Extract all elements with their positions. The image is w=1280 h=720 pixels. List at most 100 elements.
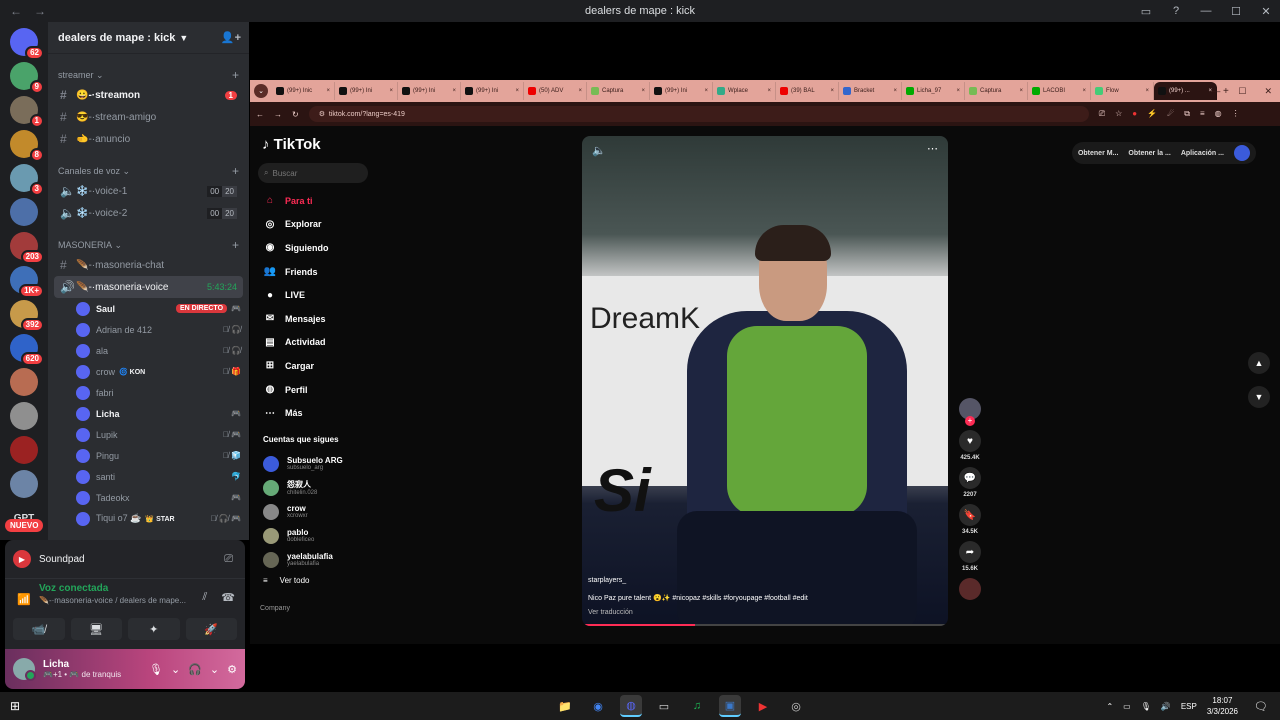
- url-field[interactable]: ⚙ tiktok.com/?lang=es-419: [308, 106, 1089, 122]
- followed-account[interactable]: pablo dobleficeo: [258, 524, 378, 548]
- chevron-down-icon[interactable]: ⌄: [210, 663, 219, 676]
- channel-streamon[interactable]: # 😀-·streamon 1: [54, 84, 243, 106]
- close-tab-icon[interactable]: ×: [452, 88, 456, 94]
- close-tab-icon[interactable]: ×: [1019, 88, 1023, 94]
- site-info-icon[interactable]: ⚙: [319, 110, 329, 118]
- minimize-button[interactable]: —: [1192, 5, 1220, 17]
- extension-icon[interactable]: ⚡: [1147, 109, 1157, 119]
- browser-tab[interactable]: Wplace ×: [713, 82, 776, 100]
- clock[interactable]: 18:07 3/3/2026: [1207, 695, 1238, 717]
- voice-user[interactable]: Tadeokx 🎮: [76, 487, 249, 508]
- video-player[interactable]: DreamK Si 🔈 ⋯ starplayers_ Nico Paz pure…: [582, 136, 948, 626]
- help-icon[interactable]: ?: [1162, 5, 1190, 17]
- browser-tab[interactable]: (99+) Ini ×: [398, 82, 461, 100]
- puzzle-icon[interactable]: ⧉: [1184, 109, 1190, 119]
- voice-user[interactable]: santi 🐬: [76, 466, 249, 487]
- close-tab-icon[interactable]: ×: [1145, 88, 1149, 94]
- maximize-button[interactable]: ☐: [1222, 5, 1250, 18]
- browser-tab[interactable]: LACOBI ×: [1028, 82, 1091, 100]
- browser-tab[interactable]: (99+) ... ×: [1154, 82, 1217, 100]
- nav-item[interactable]: 👥 Friends: [258, 260, 378, 284]
- notification-icon[interactable]: 🗨: [1254, 700, 1268, 713]
- server-icon[interactable]: 392: [10, 300, 44, 332]
- followed-account[interactable]: 怨寂人 chitelin.028: [258, 476, 378, 500]
- tab-search-icon[interactable]: ⌄: [254, 84, 268, 98]
- nav-item[interactable]: ● LIVE: [258, 283, 378, 307]
- channel-masoneria-voice[interactable]: 🔊 🪶-·masoneria-voice 5:43:24: [54, 276, 243, 298]
- close-tab-icon[interactable]: ×: [767, 88, 771, 94]
- nav-item[interactable]: ◉ Siguiendo: [258, 236, 378, 260]
- nav-item[interactable]: ⌂ Para ti: [258, 189, 378, 213]
- video-progress-bar[interactable]: [582, 624, 948, 626]
- language-indicator[interactable]: ESP: [1181, 702, 1197, 711]
- browser-tab[interactable]: (99+) Inic ×: [272, 82, 335, 100]
- disconnect-icon[interactable]: ☎: [221, 591, 235, 604]
- cast-icon[interactable]: ⎚: [1099, 109, 1105, 119]
- camera-off-button[interactable]: 📹̸: [13, 618, 65, 640]
- sound-disc[interactable]: [959, 578, 981, 600]
- close-tab-icon[interactable]: ×: [893, 88, 897, 94]
- bookmark-icon[interactable]: 🔖: [959, 504, 981, 526]
- category-voice[interactable]: Canales de voz ⌄ +: [48, 162, 249, 180]
- voice-user[interactable]: Adrian de 412 🎙̸ 🎧̸: [76, 319, 249, 340]
- close-tab-icon[interactable]: ×: [641, 88, 645, 94]
- followed-account[interactable]: yaelabulafia yaelabulafia: [258, 548, 378, 572]
- browser-tab[interactable]: (99+) Ini ×: [461, 82, 524, 100]
- share-screen-button[interactable]: 🖥: [70, 618, 122, 640]
- close-button[interactable]: ✕: [1252, 5, 1280, 18]
- reload-icon[interactable]: ↻: [292, 110, 299, 119]
- screen-icon[interactable]: ⎚: [224, 553, 233, 566]
- tiktok-logo[interactable]: ♪ TikTok: [262, 136, 378, 153]
- windows-start-icon[interactable]: ⊞: [10, 699, 20, 713]
- server-icon[interactable]: 1K+: [10, 266, 44, 298]
- file-explorer-icon[interactable]: 📁: [554, 695, 576, 717]
- guild-header[interactable]: dealers de mape : kick ▼ 👤+: [48, 22, 249, 54]
- soundpad-activity[interactable]: ▶ Soundpad ⎚: [5, 540, 245, 578]
- channel-voice-1[interactable]: 🔈 ❄️-·voice-1 00 20: [54, 180, 243, 202]
- comment-icon[interactable]: 💬: [959, 467, 981, 489]
- browser-tab[interactable]: (99+) Ini ×: [335, 82, 398, 100]
- nav-item[interactable]: ◍ Perfil: [258, 378, 378, 402]
- avatar[interactable]: [1234, 145, 1250, 161]
- back-arrow-icon[interactable]: ←: [256, 110, 264, 119]
- close-tab-icon[interactable]: ×: [389, 88, 393, 94]
- share-icon[interactable]: ➦: [959, 541, 981, 563]
- close-tab-icon[interactable]: ×: [956, 88, 960, 94]
- spotify-icon[interactable]: ♫: [686, 695, 708, 717]
- microphone-icon[interactable]: 🎙: [149, 663, 163, 676]
- volume-icon[interactable]: 🔈: [592, 144, 606, 157]
- server-icon[interactable]: [10, 436, 38, 464]
- app-icon[interactable]: ▣: [719, 695, 741, 717]
- voice-user[interactable]: Lupik 🎙̸ 🎮: [76, 424, 249, 445]
- video-username[interactable]: starplayers_: [588, 577, 626, 584]
- nav-item[interactable]: ◎ Explorar: [258, 213, 378, 237]
- headphones-icon[interactable]: 🎧: [188, 663, 202, 676]
- get-app-link[interactable]: Obtener la ...: [1128, 150, 1170, 157]
- creator-avatar[interactable]: [959, 398, 981, 426]
- voice-user[interactable]: ala 🎙̸ 🎧̸: [76, 340, 249, 361]
- profile-icon[interactable]: ◍: [1215, 109, 1222, 119]
- voice-user[interactable]: Tiqui o7 ☕ 👑 STAR 🎙̸ 🎧̸ 🎮: [76, 508, 249, 529]
- kebab-menu-icon[interactable]: ⋮: [1232, 109, 1240, 119]
- add-channel-icon[interactable]: +: [232, 68, 239, 82]
- close-button[interactable]: ✕: [1264, 86, 1272, 97]
- voice-user[interactable]: Saul EN DIRECTO 🎮: [76, 298, 249, 319]
- discord-icon[interactable]: ◍: [620, 695, 642, 717]
- menu-lines-icon[interactable]: ≡: [1200, 109, 1205, 119]
- minimize-button[interactable]: —: [1211, 86, 1220, 97]
- server-icon[interactable]: 9: [10, 62, 44, 94]
- close-tab-icon[interactable]: ×: [326, 88, 330, 94]
- browser-tab[interactable]: Bracket ×: [839, 82, 902, 100]
- followed-account[interactable]: crow xcrowxr: [258, 500, 378, 524]
- server-icon[interactable]: 8: [10, 130, 44, 162]
- company-link[interactable]: Company: [260, 605, 378, 612]
- obs-icon[interactable]: ◎: [785, 695, 807, 717]
- category-masoneria[interactable]: MASONERIA ⌄ +: [48, 236, 249, 254]
- close-tab-icon[interactable]: ×: [515, 88, 519, 94]
- see-translation-link[interactable]: Ver traducción: [588, 609, 633, 616]
- voice-user[interactable]: crow 🌀 KON 🎙̸ 🎁: [76, 361, 249, 382]
- search-input[interactable]: ⌕ Buscar: [258, 163, 368, 183]
- maximize-button[interactable]: ☐: [1238, 86, 1246, 97]
- extension-red-icon[interactable]: ●: [1132, 109, 1137, 119]
- close-tab-icon[interactable]: ×: [704, 88, 708, 94]
